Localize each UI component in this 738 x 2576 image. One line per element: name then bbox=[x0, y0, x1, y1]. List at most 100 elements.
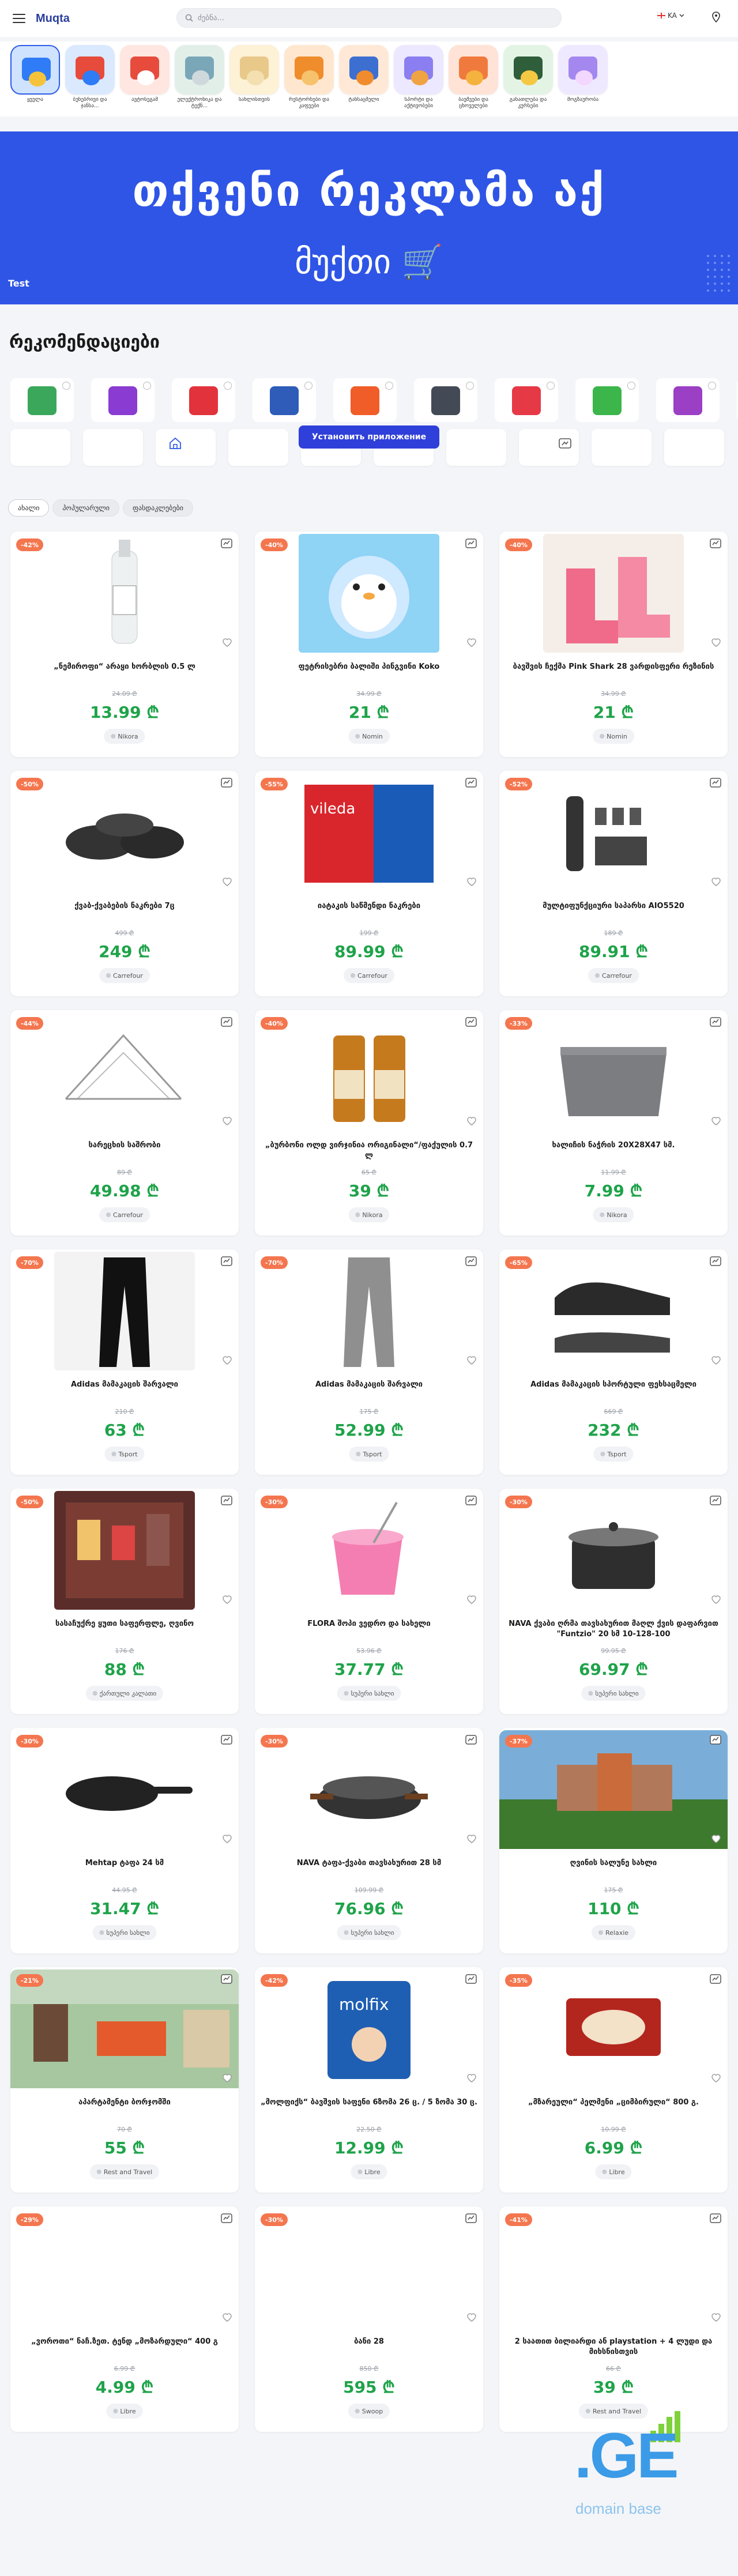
favorite-icon[interactable] bbox=[221, 637, 233, 648]
store-tag[interactable]: Tsport bbox=[349, 1447, 389, 1462]
logo[interactable]: Muqta bbox=[36, 12, 70, 25]
category-item[interactable]: განათლება და კურსები bbox=[503, 45, 553, 113]
compare-icon[interactable] bbox=[220, 1734, 233, 1746]
product-card[interactable]: -35% „მზარეული“ პელმენი „ციმბირული“ 800 … bbox=[499, 1967, 728, 2193]
recommended-store[interactable] bbox=[495, 378, 558, 422]
compare-icon[interactable] bbox=[558, 437, 572, 450]
favorite-icon[interactable] bbox=[221, 876, 233, 887]
filter-tab[interactable]: ახალი bbox=[8, 499, 50, 517]
recommended-store[interactable] bbox=[172, 378, 235, 422]
favorite-icon[interactable] bbox=[221, 1115, 233, 1127]
install-app-button[interactable]: Установить приложение bbox=[299, 425, 439, 449]
product-title[interactable]: „ბურბონი ოლდ ვირჯინია ორიგინალი“/ფაქულის… bbox=[261, 1140, 477, 1163]
store-tag[interactable]: Nikora bbox=[348, 1207, 390, 1222]
product-title[interactable]: აპარტამენტი ბორჯომში bbox=[16, 2097, 233, 2121]
product-card[interactable]: -50% ქვაბ-ქვაბების ნაკრები 7ც 499 ₾ 249 … bbox=[10, 771, 239, 996]
nav-slot[interactable] bbox=[10, 429, 70, 466]
ad-banner[interactable]: თქვენი რეკლამა აქ მუქთი 🛒 Test bbox=[0, 131, 738, 304]
product-card[interactable]: -37% ღვინის სალუნე სახლი 175 ₾ 110 ₾ Rel… bbox=[499, 1728, 728, 1953]
product-title[interactable]: NAVA ტაფა-ქვაბი თავსახურით 28 სმ bbox=[261, 1858, 477, 1881]
store-tag[interactable]: ქართული კალათი bbox=[85, 1686, 164, 1701]
category-item[interactable]: სახლისთვის bbox=[229, 45, 279, 113]
favorite-icon[interactable] bbox=[466, 2311, 477, 2323]
product-card[interactable]: -50% სასაჩუქრე ყუთი საფერფლე, ღვინო 176 … bbox=[10, 1489, 239, 1714]
favorite-icon[interactable] bbox=[221, 2072, 233, 2084]
product-card[interactable]: -30% NAVA ქვაბი ღრმა თავსახურით მაღლ ქვი… bbox=[499, 1489, 728, 1714]
favorite-icon[interactable] bbox=[547, 382, 555, 390]
product-image[interactable] bbox=[54, 1491, 195, 1610]
category-item[interactable]: ტანსაცმელი bbox=[339, 45, 389, 113]
search-input[interactable]: ძებნა... bbox=[176, 8, 562, 28]
product-image[interactable] bbox=[543, 1491, 684, 1610]
product-title[interactable]: სარეცხის საშრობი bbox=[16, 1140, 233, 1163]
favorite-icon[interactable] bbox=[466, 1354, 477, 1366]
compare-icon[interactable] bbox=[709, 537, 722, 550]
favorite-icon[interactable] bbox=[221, 1833, 233, 1844]
store-tag[interactable]: Nikora bbox=[104, 729, 145, 744]
favorite-icon[interactable] bbox=[221, 2311, 233, 2323]
store-tag[interactable]: სუპერი სახლი bbox=[581, 1686, 646, 1701]
nav-slot[interactable] bbox=[446, 429, 506, 466]
favorite-icon[interactable] bbox=[466, 2072, 477, 2084]
product-card[interactable]: -42% „ნემიროფი“ არაყი ხორბლის 0.5 ლ 24.0… bbox=[10, 532, 239, 757]
product-card[interactable]: -70% Adidas მამაკაცის შარვალი 210 ₾ 63 ₾… bbox=[10, 1249, 239, 1475]
product-card[interactable]: -29% „ვოროთი“ ნაჩ.ზეთ. ტენდ „მოზარდული“ … bbox=[10, 2206, 239, 2432]
compare-icon[interactable] bbox=[709, 1255, 722, 1268]
product-image[interactable] bbox=[543, 534, 684, 653]
store-tag[interactable]: Libre bbox=[106, 2404, 143, 2419]
compare-icon[interactable] bbox=[465, 1973, 477, 1986]
category-item[interactable]: რესტორნები და კაფეები bbox=[284, 45, 334, 113]
product-card[interactable]: -40% „ბურბონი ოლდ ვირჯინია ორიგინალი“/ფა… bbox=[255, 1010, 483, 1236]
store-tag[interactable]: სუპერი სახლი bbox=[337, 1925, 401, 1940]
store-tag[interactable]: Libre bbox=[595, 2164, 632, 2179]
product-title[interactable]: „მზარეული“ პელმენი „ციმბირული“ 800 გ. bbox=[505, 2097, 722, 2121]
compare-icon[interactable] bbox=[709, 1016, 722, 1029]
product-title[interactable]: ქვაბ-ქვაბების ნაკრები 7ც bbox=[16, 901, 233, 924]
compare-icon[interactable] bbox=[709, 1973, 722, 1986]
category-item[interactable]: სპორტი და აქტივობები bbox=[394, 45, 443, 113]
category-item[interactable]: მოგზაურობა bbox=[558, 45, 608, 113]
compare-icon[interactable] bbox=[465, 537, 477, 550]
product-image[interactable] bbox=[299, 1730, 439, 1849]
category-item[interactable]: ბავშვები და ცხოველები bbox=[449, 45, 498, 113]
store-tag[interactable]: Libre bbox=[351, 2164, 387, 2179]
product-card[interactable]: -40% ბავშვის ჩექმა Pink Shark 28 ვარდისფ… bbox=[499, 532, 728, 757]
nav-slot[interactable] bbox=[83, 429, 143, 466]
compare-icon[interactable] bbox=[220, 1973, 233, 1986]
recommended-store[interactable] bbox=[253, 378, 316, 422]
store-tag[interactable]: Carrefour bbox=[99, 968, 150, 983]
product-title[interactable]: Adidas მამაკაცის სპორტული ფეხსაცმელი bbox=[505, 1380, 722, 1403]
store-tag[interactable]: Nomin bbox=[593, 729, 634, 744]
favorite-icon[interactable] bbox=[304, 382, 312, 390]
favorite-icon[interactable] bbox=[466, 1115, 477, 1127]
category-item[interactable]: ბუნებრივი და ჯანსა... bbox=[65, 45, 115, 113]
product-image[interactable] bbox=[54, 534, 195, 653]
product-title[interactable]: „ნემიროფი“ არაყი ხორბლის 0.5 ლ bbox=[16, 662, 233, 685]
product-card[interactable]: -44% სარეცხის საშრობი 89 ₾ 49.98 ₾ Carre… bbox=[10, 1010, 239, 1236]
product-card[interactable]: -40% ფეტრისებრი ბალიში პინგვინი Koko 34.… bbox=[255, 532, 483, 757]
compare-icon[interactable] bbox=[465, 2212, 477, 2225]
favorite-icon[interactable] bbox=[224, 382, 232, 390]
product-image[interactable] bbox=[54, 1012, 195, 1131]
recommended-store[interactable] bbox=[414, 378, 477, 422]
product-title[interactable]: ფეტრისებრი ბალიში პინგვინი Koko bbox=[261, 662, 477, 685]
product-image[interactable] bbox=[299, 1012, 439, 1131]
compare-icon[interactable] bbox=[465, 777, 477, 789]
product-image[interactable] bbox=[543, 1012, 684, 1131]
product-card[interactable]: -21% აპარტამენტი ბორჯომში 70 ₾ 55 ₾ Rest… bbox=[10, 1967, 239, 2193]
filter-tab[interactable]: ფასდაკლებები bbox=[123, 499, 193, 517]
location-pin-icon[interactable] bbox=[711, 12, 721, 23]
product-image[interactable] bbox=[54, 773, 195, 892]
recommended-store[interactable] bbox=[91, 378, 155, 422]
favorite-icon[interactable] bbox=[708, 382, 716, 390]
product-image[interactable] bbox=[54, 1252, 195, 1370]
favorite-icon[interactable] bbox=[466, 1833, 477, 1844]
store-tag[interactable]: Carrefour bbox=[588, 968, 639, 983]
category-item[interactable]: ელექტრონიკა და ტექნ... bbox=[175, 45, 224, 113]
product-title[interactable]: Adidas მამაკაცის შარვალი bbox=[261, 1380, 477, 1403]
home-icon[interactable] bbox=[168, 437, 182, 450]
product-title[interactable]: Mehtap ტაფა 24 სმ bbox=[16, 1858, 233, 1881]
product-title[interactable]: 2 საათით ბილიარდი ან playstation + 4 ლუდ… bbox=[505, 2337, 722, 2360]
store-tag[interactable]: სუპერი სახლი bbox=[92, 1925, 157, 1940]
product-title[interactable]: ხალიჩის ნაჭრის 20X28X47 სმ. bbox=[505, 1140, 722, 1163]
